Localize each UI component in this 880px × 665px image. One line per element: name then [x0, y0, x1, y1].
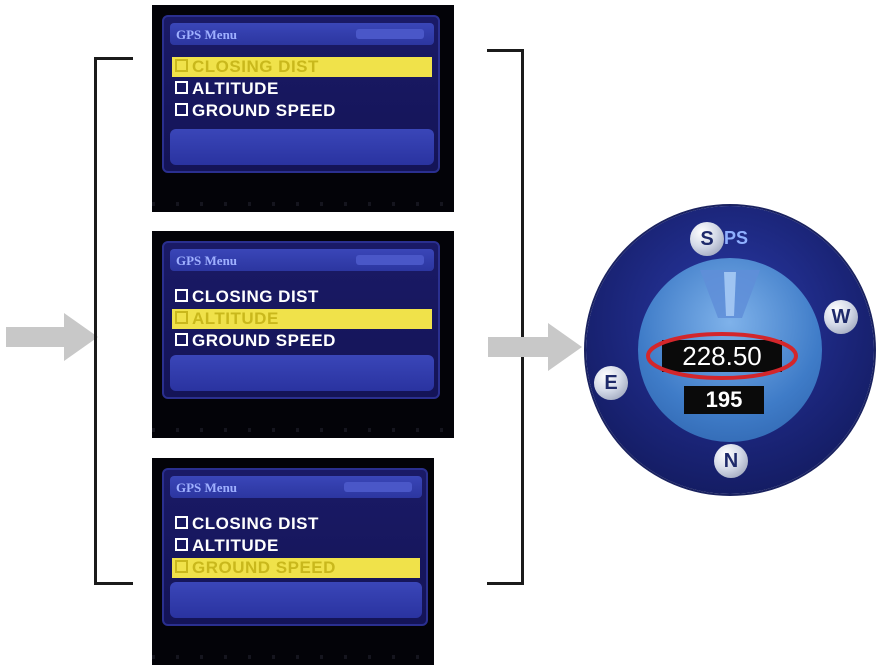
checkbox-icon [175, 59, 188, 72]
titlebar-slot [356, 255, 424, 265]
highlight-circle [646, 332, 798, 380]
menu-bottombar [170, 129, 434, 165]
menu-bottombar [170, 355, 434, 391]
menu-item-altitude[interactable]: ALTITUDE [172, 309, 432, 329]
menu-item-closing-dist[interactable]: CLOSING DIST [172, 514, 420, 534]
checkbox-icon [175, 289, 188, 302]
left-bracket [94, 57, 133, 585]
menu-title: GPS Menu [176, 253, 238, 268]
menu-item-ground-speed[interactable]: GROUND SPEED [172, 101, 432, 121]
menu-item-label: ALTITUDE [192, 79, 279, 98]
right-bracket [487, 49, 524, 585]
menu-item-label: GROUND SPEED [192, 101, 336, 120]
menu-title: GPS Menu [176, 480, 238, 495]
output-arrow [488, 323, 582, 371]
gps-menu-screen: GPS Menu CLOSING DIST ALTITUDE GROUND SP… [152, 458, 434, 665]
menu-item-ground-speed[interactable]: GROUND SPEED [172, 331, 432, 351]
menu-bottombar [170, 582, 422, 618]
menu-item-ground-speed[interactable]: GROUND SPEED [172, 558, 420, 578]
checkbox-icon [175, 81, 188, 94]
menu-item-label: GROUND SPEED [192, 331, 336, 350]
gps-menu-screen: GPS Menu CLOSING DIST ALTITUDE GROUND SP… [152, 5, 454, 212]
menu-title: GPS Menu [176, 27, 238, 42]
menu-item-label: GROUND SPEED [192, 558, 336, 577]
menu-item-closing-dist[interactable]: CLOSING DIST [172, 57, 432, 77]
gps-menu-screen: GPS Menu CLOSING DIST ALTITUDE GROUND SP… [152, 231, 454, 438]
menu-item-altitude[interactable]: ALTITUDE [172, 79, 432, 99]
screen-dots [152, 428, 454, 432]
checkbox-icon [175, 516, 188, 529]
menu-panel: GPS Menu CLOSING DIST ALTITUDE GROUND SP… [162, 468, 428, 626]
menu-item-label: CLOSING DIST [192, 287, 319, 306]
checkbox-icon [175, 560, 188, 573]
menu-item-label: ALTITUDE [192, 536, 279, 555]
menu-item-label: CLOSING DIST [192, 514, 319, 533]
gps-compass-display: S PS W E N 228.50 195 [586, 206, 874, 494]
menu-titlebar: GPS Menu [170, 476, 422, 498]
menu-item-label: CLOSING DIST [192, 57, 319, 76]
menu-titlebar: GPS Menu [170, 249, 434, 271]
menu-item-label: ALTITUDE [192, 309, 279, 328]
screen-dots [152, 202, 454, 206]
menu-panel: GPS Menu CLOSING DIST ALTITUDE GROUND SP… [162, 241, 440, 399]
menu-item-closing-dist[interactable]: CLOSING DIST [172, 287, 432, 307]
menu-panel: GPS Menu CLOSING DIST ALTITUDE GROUND SP… [162, 15, 440, 173]
checkbox-icon [175, 333, 188, 346]
menu-titlebar: GPS Menu [170, 23, 434, 45]
screen-dots [152, 655, 434, 659]
titlebar-slot [344, 482, 412, 492]
menu-item-altitude[interactable]: ALTITUDE [172, 536, 420, 556]
checkbox-icon [175, 538, 188, 551]
titlebar-slot [356, 29, 424, 39]
input-arrow [6, 313, 98, 361]
checkbox-icon [175, 103, 188, 116]
checkbox-icon [175, 311, 188, 324]
